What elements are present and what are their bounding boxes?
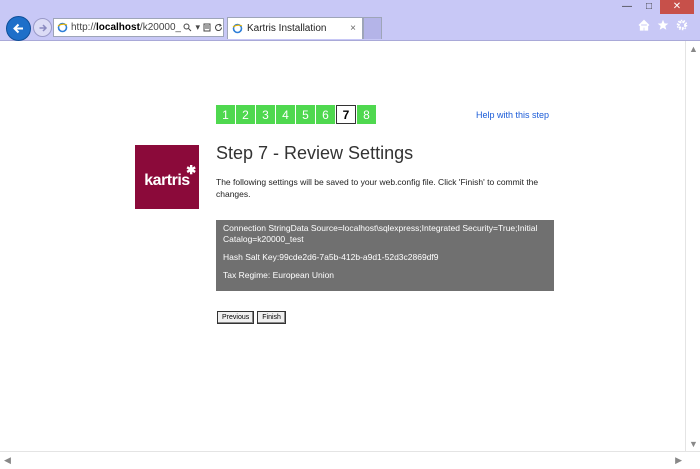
address-bar[interactable]: http://localhost/k20000_test/i ▾ — [53, 18, 224, 37]
forward-arrow-icon — [39, 23, 47, 32]
page-title: Step 7 - Review Settings — [216, 143, 414, 163]
refresh-icon[interactable] — [214, 23, 223, 32]
settings-summary: Connection StringData Source=localhost\s… — [216, 220, 554, 291]
horizontal-scrollbar[interactable]: ◀ ▶ — [0, 451, 700, 469]
step-7-current: 7 — [336, 105, 356, 124]
scroll-left-icon[interactable]: ◀ — [4, 455, 11, 466]
new-tab-button[interactable] — [363, 17, 382, 39]
step-3[interactable]: 3 — [256, 105, 275, 124]
forward-button[interactable] — [33, 18, 52, 37]
tax-regime-setting: Tax Regime: European Union — [223, 270, 335, 280]
search-icon[interactable] — [183, 23, 192, 32]
address-url[interactable]: http://localhost/k20000_test/i — [71, 22, 181, 33]
step-4[interactable]: 4 — [276, 105, 295, 124]
back-button[interactable] — [6, 16, 31, 41]
logo-star-icon: ✱ — [186, 163, 196, 177]
tab-title: Kartris Installation — [247, 23, 327, 34]
step-5[interactable]: 5 — [296, 105, 315, 124]
hash-salt-setting: Hash Salt Key:99cde2d6-7a5b-412b-a9d1-52… — [223, 252, 439, 262]
ie-tab-icon — [232, 23, 243, 34]
logo-text: kartris ✱ — [144, 163, 196, 189]
scroll-down-icon[interactable]: ▼ — [689, 439, 698, 449]
step-navigation: 1 2 3 4 5 6 7 8 — [216, 105, 376, 124]
window-controls: — □ ✕ — [616, 0, 694, 14]
gear-icon[interactable] — [676, 19, 688, 31]
address-tools: ▾ — [183, 22, 223, 33]
help-with-step-link[interactable]: Help with this step — [476, 110, 549, 120]
tab-close-icon[interactable]: × — [350, 23, 356, 34]
compatibility-icon[interactable] — [203, 23, 211, 32]
step-2[interactable]: 2 — [236, 105, 255, 124]
close-window-button[interactable]: ✕ — [660, 0, 694, 14]
back-arrow-icon — [13, 23, 23, 34]
home-icon[interactable] — [638, 19, 650, 31]
tab-kartris-installation[interactable]: Kartris Installation × — [227, 17, 363, 39]
minimize-button[interactable]: — — [616, 0, 638, 14]
browser-toolbar — [638, 19, 688, 31]
ie-page-icon — [57, 22, 68, 33]
finish-button[interactable]: Finish — [257, 311, 286, 324]
vertical-scrollbar[interactable]: ▲ ▼ — [685, 41, 700, 452]
step-8[interactable]: 8 — [357, 105, 376, 124]
maximize-button[interactable]: □ — [638, 0, 660, 14]
connection-string-setting: Connection StringData Source=localhost\s… — [223, 223, 538, 244]
step-1[interactable]: 1 — [216, 105, 235, 124]
step-description: The following settings will be saved to … — [216, 177, 539, 199]
star-icon[interactable] — [657, 19, 669, 31]
scroll-up-icon[interactable]: ▲ — [689, 44, 698, 54]
kartris-logo: kartris ✱ — [135, 145, 199, 209]
scroll-right-icon[interactable]: ▶ — [675, 455, 682, 466]
previous-button[interactable]: Previous — [217, 311, 255, 324]
step-6[interactable]: 6 — [316, 105, 335, 124]
dropdown-icon[interactable]: ▾ — [195, 22, 200, 33]
browser-chrome: — □ ✕ http://localhost/k20000_test/i ▾ K… — [0, 0, 700, 41]
wizard-buttons: Previous Finish — [217, 311, 286, 324]
